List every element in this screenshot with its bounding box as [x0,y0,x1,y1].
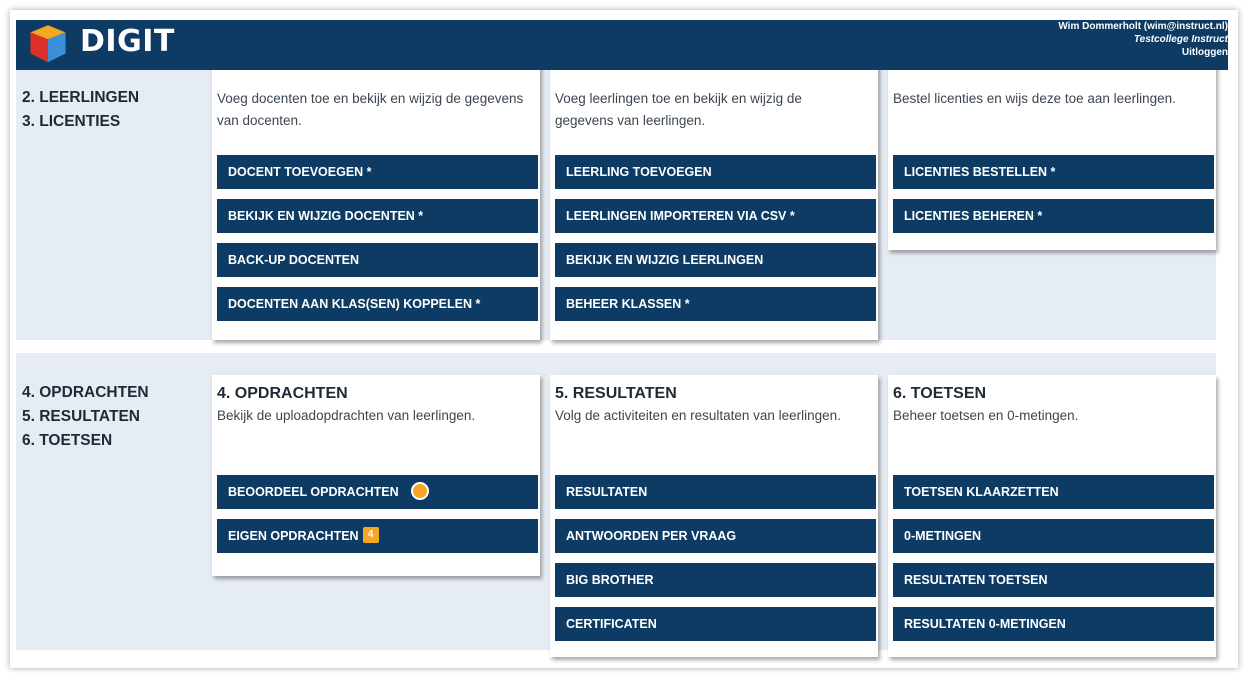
leerling-toevoegen-button[interactable]: LEERLING TOEVOEGEN [555,155,876,189]
digit-cube-logo-icon[interactable] [26,20,70,64]
bekijk-wijzig-leerlingen-button[interactable]: BEKIJK EN WIJZIG LEERLINGEN [555,243,876,277]
top-bar: DIGIT Wim Dommerholt (wim@instruct.nl) T… [16,20,1228,70]
card-title: 6. TOETSEN [893,385,987,402]
antwoorden-per-vraag-button[interactable]: ANTWOORDEN PER VRAAG [555,519,876,553]
licenties-bestellen-button[interactable]: LICENTIES BESTELLEN * [893,155,1214,189]
section-side-nav: 2. LEERLINGEN 3. LICENTIES [22,86,139,134]
resultaten-nul-metingen-button[interactable]: RESULTATEN 0-METINGEN [893,607,1214,641]
card-title: 4. OPDRACHTEN [217,385,348,402]
count-badge: 4 [362,527,379,544]
notification-dot-icon [410,482,429,501]
card-title: 5. RESULTATEN [555,385,677,402]
card-leerlingen: Voeg leerlingen toe en bekijk en wijzig … [550,50,878,340]
school-name: Testcollege Instruct [1133,34,1228,45]
side-item-leerlingen[interactable]: 2. LEERLINGEN [22,86,139,110]
eigen-opdrachten-button[interactable]: EIGEN OPDRACHTEN 4 [217,519,538,553]
card-docenten: Voeg docenten toe en bekijk en wijzig de… [212,50,540,340]
side-item-opdrachten[interactable]: 4. OPDRACHTEN [22,381,149,405]
resultaten-toetsen-button[interactable]: RESULTATEN TOETSEN [893,563,1214,597]
logo-text[interactable]: DIGIT [80,24,175,59]
licenties-beheren-button[interactable]: LICENTIES BEHEREN * [893,199,1214,233]
backup-docenten-button[interactable]: BACK-UP DOCENTEN [217,243,538,277]
section-side-nav: 4. OPDRACHTEN 5. RESULTATEN 6. TOETSEN [22,381,149,453]
leerlingen-importeren-csv-button[interactable]: LEERLINGEN IMPORTEREN VIA CSV * [555,199,876,233]
beheer-klassen-button[interactable]: BEHEER KLASSEN * [555,287,876,321]
side-item-resultaten[interactable]: 5. RESULTATEN [22,405,149,429]
beoordeel-opdrachten-button[interactable]: BEOORDEEL OPDRACHTEN [217,475,538,509]
button-label: BEOORDEEL OPDRACHTEN [228,485,399,499]
card-opdrachten: 4. OPDRACHTEN Bekijk de uploadopdrachten… [212,375,540,576]
card-description: Beheer toetsen en 0-metingen. [893,408,1079,423]
card-description: Volg de activiteiten en resultaten van l… [555,408,841,423]
user-name: Wim Dommerholt (wim@instruct.nl) [1058,21,1228,32]
card-toetsen: 6. TOETSEN Beheer toetsen en 0-metingen.… [888,375,1216,657]
resultaten-button[interactable]: RESULTATEN [555,475,876,509]
user-info: Wim Dommerholt (wim@instruct.nl) Testcol… [1058,20,1228,59]
toetsen-klaarzetten-button[interactable]: TOETSEN KLAARZETTEN [893,475,1214,509]
logout-link[interactable]: Uitloggen [1058,46,1228,59]
docent-toevoegen-button[interactable]: DOCENT TOEVOEGEN * [217,155,538,189]
nul-metingen-button[interactable]: 0-METINGEN [893,519,1214,553]
big-brother-button[interactable]: BIG BROTHER [555,563,876,597]
button-label: EIGEN OPDRACHTEN [228,529,359,543]
bekijk-wijzig-docenten-button[interactable]: BEKIJK EN WIJZIG DOCENTEN * [217,199,538,233]
side-item-licenties[interactable]: 3. LICENTIES [22,110,139,134]
docenten-klassen-koppelen-button[interactable]: DOCENTEN AAN KLAS(SEN) KOPPELEN * [217,287,538,321]
side-item-toetsen[interactable]: 6. TOETSEN [22,429,149,453]
card-description: Bekijk de uploadopdrachten van leerlinge… [217,408,476,423]
card-licenties: Bestel licenties en wijs deze toe aan le… [888,50,1216,250]
card-resultaten: 5. RESULTATEN Volg de activiteiten en re… [550,375,878,657]
section-opdrachten: 4. OPDRACHTEN 5. RESULTATEN 6. TOETSEN 4… [16,353,1216,657]
certificaten-button[interactable]: CERTIFICATEN [555,607,876,641]
